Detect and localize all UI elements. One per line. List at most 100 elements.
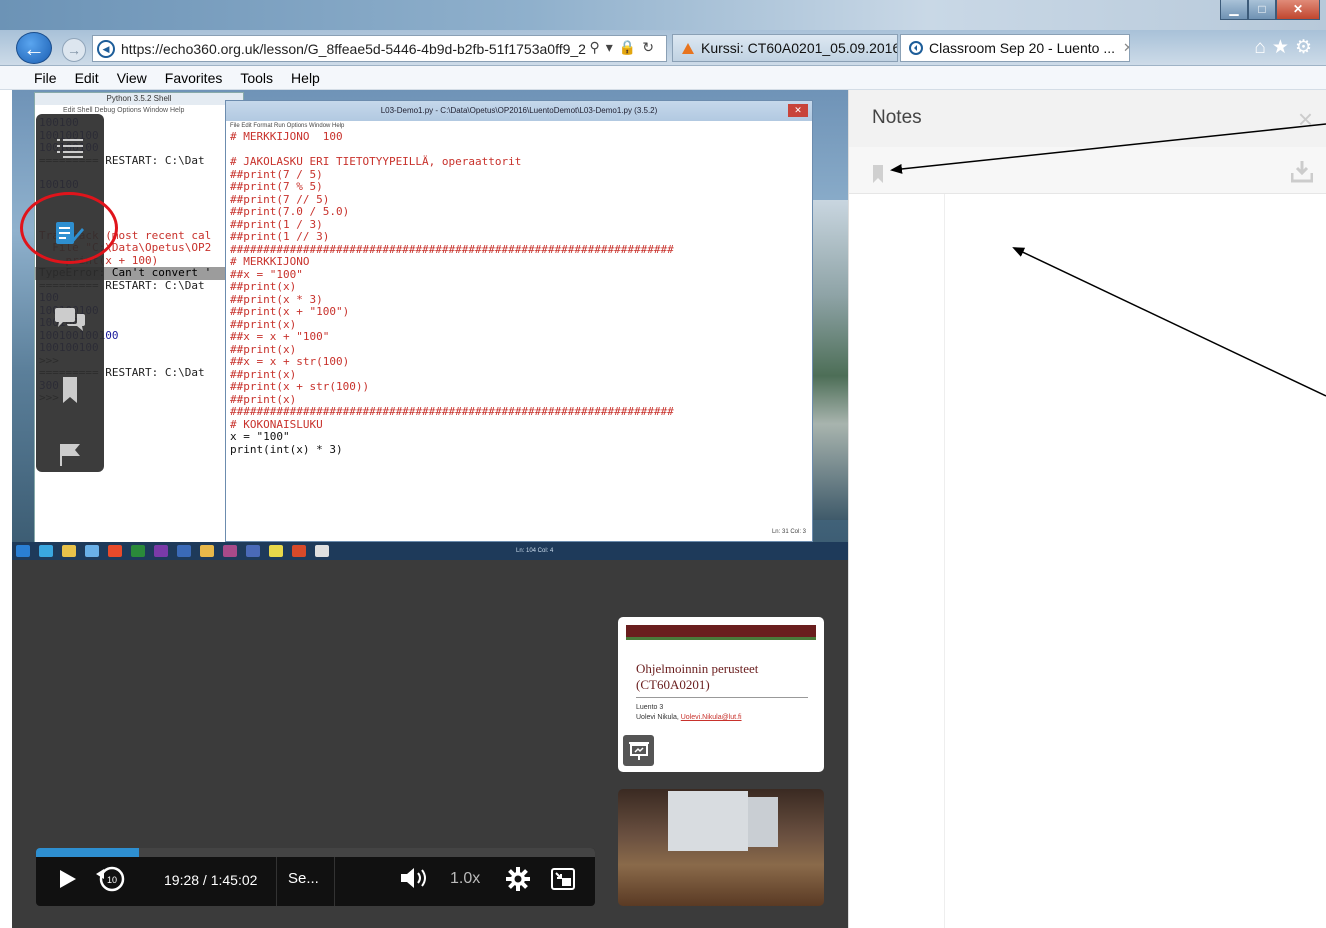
chrome-icon bbox=[108, 545, 122, 557]
code-line: ##print(7 % 5) bbox=[230, 180, 323, 193]
bookmarks-button[interactable] bbox=[36, 360, 104, 420]
contents-button[interactable] bbox=[36, 118, 104, 178]
layout-button[interactable] bbox=[551, 868, 575, 893]
shell-title: Python 3.5.2 Shell bbox=[35, 93, 243, 105]
menu-edit[interactable]: Edit bbox=[75, 70, 99, 86]
slide-header-stripe bbox=[626, 637, 816, 640]
rewind-10-icon: 10 bbox=[96, 866, 125, 892]
tab-kurssi[interactable]: Kurssi: CT60A0201_05.09.2016 ... bbox=[672, 34, 898, 62]
editor-titlebar: L03-Demo1.py - C:\Data\Opetus\OP2016\Lue… bbox=[226, 101, 812, 121]
bookmark-icon bbox=[63, 377, 77, 403]
discussion-button[interactable] bbox=[36, 290, 104, 350]
chat-bubbles-icon bbox=[55, 308, 85, 331]
slide-header-bar bbox=[626, 625, 816, 637]
favorites-star-icon[interactable]: ★ bbox=[1272, 37, 1295, 58]
site-icon: ◀ bbox=[97, 39, 115, 58]
window-titlebar: ▁ □ ✕ bbox=[0, 0, 1326, 30]
menu-view[interactable]: View bbox=[117, 70, 147, 86]
idle-icon bbox=[315, 545, 329, 557]
ie-icon bbox=[39, 545, 53, 557]
powerpoint-icon bbox=[292, 545, 306, 557]
forward-button[interactable]: → bbox=[62, 38, 86, 62]
confusion-flag-button[interactable] bbox=[36, 424, 104, 484]
flag-icon bbox=[60, 444, 80, 466]
slide-divider bbox=[636, 697, 808, 698]
progress-fill bbox=[36, 848, 140, 857]
code-line: ##x = x + "100" bbox=[230, 330, 330, 343]
app-icon bbox=[85, 545, 99, 557]
minimize-button[interactable]: ▁ bbox=[1220, 0, 1248, 20]
menu-tools[interactable]: Tools bbox=[240, 70, 273, 86]
code-line: ##print(x) bbox=[230, 280, 297, 293]
volume-button[interactable] bbox=[401, 868, 429, 891]
player-controls: 10 19:28 / 1:45:02 Se... 1.0x bbox=[36, 848, 595, 906]
code-line: # KOKONAISLUKU bbox=[230, 417, 323, 431]
wallpaper-landscape bbox=[808, 200, 848, 520]
projector-screen-icon bbox=[628, 741, 649, 760]
menu-favorites[interactable]: Favorites bbox=[165, 70, 223, 86]
close-window-button[interactable]: ✕ bbox=[1276, 0, 1320, 20]
notes-header: Notes × bbox=[849, 90, 1326, 147]
notes-text-area[interactable] bbox=[946, 194, 1326, 928]
progress-bar[interactable] bbox=[36, 848, 595, 857]
list-icon bbox=[57, 139, 83, 158]
app-icon-2 bbox=[223, 545, 237, 557]
annotation-circle bbox=[20, 192, 118, 264]
bookmark-icon[interactable] bbox=[873, 165, 883, 183]
tab-label: Classroom Sep 20 - Luento ... bbox=[929, 40, 1115, 56]
captions-select[interactable]: Se... bbox=[288, 870, 319, 887]
address-tools[interactable]: ⚲▾🔒↻ bbox=[585, 39, 660, 56]
menu-help[interactable]: Help bbox=[291, 70, 320, 86]
word-icon bbox=[246, 545, 260, 557]
code-line: ##x = x + str(100) bbox=[230, 355, 350, 368]
browser-tools: ⌂★⚙ bbox=[1254, 36, 1318, 59]
separator bbox=[276, 857, 277, 906]
excel-icon bbox=[131, 545, 145, 557]
volume-icon bbox=[401, 868, 426, 888]
moodle-icon bbox=[682, 43, 694, 54]
video-player[interactable]: Python 3.5.2 Shell Edit Shell Debug Opti… bbox=[12, 90, 848, 928]
slide-email: Uolevi.Nikula@lut.fi bbox=[680, 714, 742, 721]
skip-back-button[interactable]: 10 bbox=[96, 866, 126, 895]
code-line: ##print(x + "100") bbox=[230, 305, 350, 318]
maximize-button[interactable]: □ bbox=[1248, 0, 1276, 20]
slide-subtitle: Luento 3 Uolevi Nikula, Uolevi.Nikula@lu… bbox=[636, 703, 742, 723]
start-icon bbox=[16, 545, 30, 557]
tab-classroom[interactable]: Classroom Sep 20 - Luento ... ✕ bbox=[900, 34, 1130, 62]
code-line: # MERKKIJONO bbox=[230, 255, 310, 268]
close-tab-icon[interactable]: ✕ bbox=[1123, 40, 1129, 56]
onenote-icon bbox=[154, 545, 168, 557]
code-line: x = "100" bbox=[230, 430, 290, 443]
code-line: # MERKKIJONO 100 bbox=[230, 130, 343, 143]
editor-status: Ln: 31 Col: 3 bbox=[771, 529, 806, 535]
menu-file[interactable]: File bbox=[34, 70, 57, 86]
notes-toolbar bbox=[849, 147, 1326, 194]
slide-title-line1: Ohjelmoinnin perusteet bbox=[636, 661, 759, 676]
slide-title: Ohjelmoinnin perusteet (CT60A0201) bbox=[636, 661, 758, 693]
taskbar-status: Ln: 104 Col: 4 bbox=[516, 548, 554, 554]
tab-label: Kurssi: CT60A0201_05.09.2016 ... bbox=[701, 40, 898, 56]
code-line: ########################################… bbox=[230, 242, 674, 256]
play-button[interactable] bbox=[60, 870, 76, 891]
camera-thumbnail[interactable] bbox=[618, 789, 824, 906]
folder-icon bbox=[62, 545, 76, 557]
slide-title-line2: (CT60A0201) bbox=[636, 677, 710, 692]
presentation-icon[interactable] bbox=[623, 735, 654, 766]
separator bbox=[334, 857, 335, 906]
lecture-screen-capture: Python 3.5.2 Shell Edit Shell Debug Opti… bbox=[12, 90, 848, 560]
editor-close-icon: ✕ bbox=[788, 104, 808, 117]
download-icon[interactable] bbox=[1291, 161, 1313, 183]
settings-button[interactable] bbox=[506, 867, 530, 894]
notes-close-button[interactable]: × bbox=[1298, 104, 1313, 135]
settings-gear-icon[interactable]: ⚙ bbox=[1295, 37, 1318, 58]
browser-navbar: ← → ◀ https://echo360.org.uk/lesson/G_8f… bbox=[0, 30, 1326, 66]
url-text: https://echo360.org.uk/lesson/G_8ffeae5d… bbox=[121, 40, 598, 57]
playback-speed[interactable]: 1.0x bbox=[450, 870, 480, 888]
folder-icon-2 bbox=[269, 545, 283, 557]
slides-thumbnail[interactable]: Ohjelmoinnin perusteet (CT60A0201) Luent… bbox=[618, 617, 824, 772]
window-controls: ▁ □ ✕ bbox=[1220, 0, 1320, 20]
back-button[interactable]: ← bbox=[16, 32, 52, 64]
home-icon[interactable]: ⌂ bbox=[1254, 37, 1271, 58]
address-bar[interactable]: ◀ https://echo360.org.uk/lesson/G_8ffeae… bbox=[92, 35, 667, 62]
code-line: ##print(7.0 / 5.0) bbox=[230, 205, 350, 218]
